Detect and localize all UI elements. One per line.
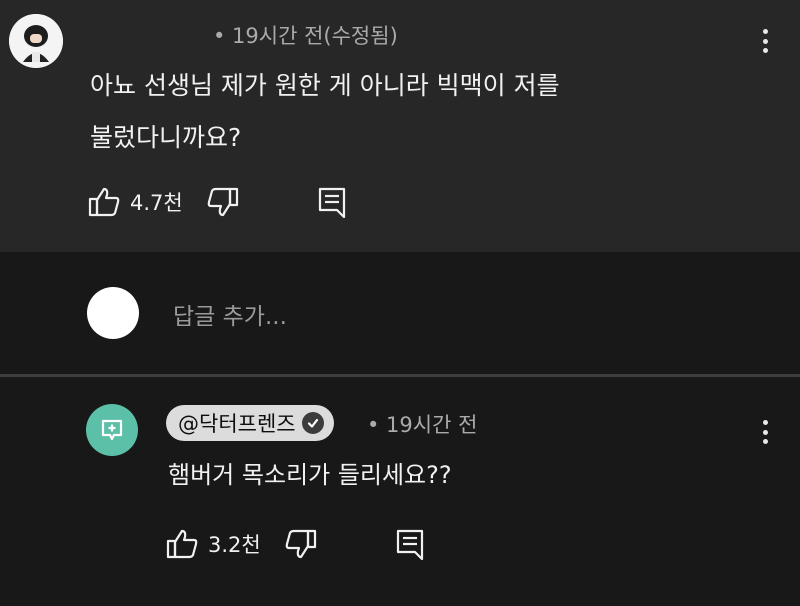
reply-icon[interactable] [317,186,347,219]
thumbs-up-icon[interactable] [166,528,200,560]
comment-text: 햄버거 목소리가 들리세요?? [168,461,452,489]
thumbs-down-icon[interactable] [205,186,239,218]
channel-name: @닥터프렌즈 [178,412,296,436]
user-avatar [87,287,139,339]
channel-name-badge[interactable]: @닥터프렌즈 [166,405,334,441]
add-reply-row: 답글 추가... [0,252,800,374]
reply-icon[interactable] [395,528,425,561]
channel-avatar[interactable] [86,404,138,456]
highlighted-comment: • 19시간 전(수정됨) 아뇨 선생님 제가 원한 게 아니라 빅맥이 저를 … [0,0,800,252]
thumbs-down-icon[interactable] [283,528,317,560]
comment-actions: 3.2천 [166,528,425,561]
like-count: 4.7천 [130,191,183,215]
comment-timestamp: • 19시간 전(수정됨) [213,24,398,48]
more-vert-icon[interactable] [755,417,775,447]
reply-input[interactable]: 답글 추가... [173,297,287,331]
medical-plus-icon [101,419,123,441]
comment-actions: 4.7천 [88,186,347,219]
comment-timestamp: • 19시간 전 [367,413,478,437]
comment-text: 아뇨 선생님 제가 원한 게 아니라 빅맥이 저를 불렀다니까요? [90,71,560,152]
reply-comment: @닥터프렌즈 • 19시간 전 햄버거 목소리가 들리세요?? 3.2천 [0,377,800,606]
more-vert-icon[interactable] [755,26,775,56]
verified-check-icon [301,412,324,434]
avatar[interactable] [9,14,63,68]
thumbs-up-icon[interactable] [88,186,122,218]
like-count: 3.2천 [208,533,261,557]
